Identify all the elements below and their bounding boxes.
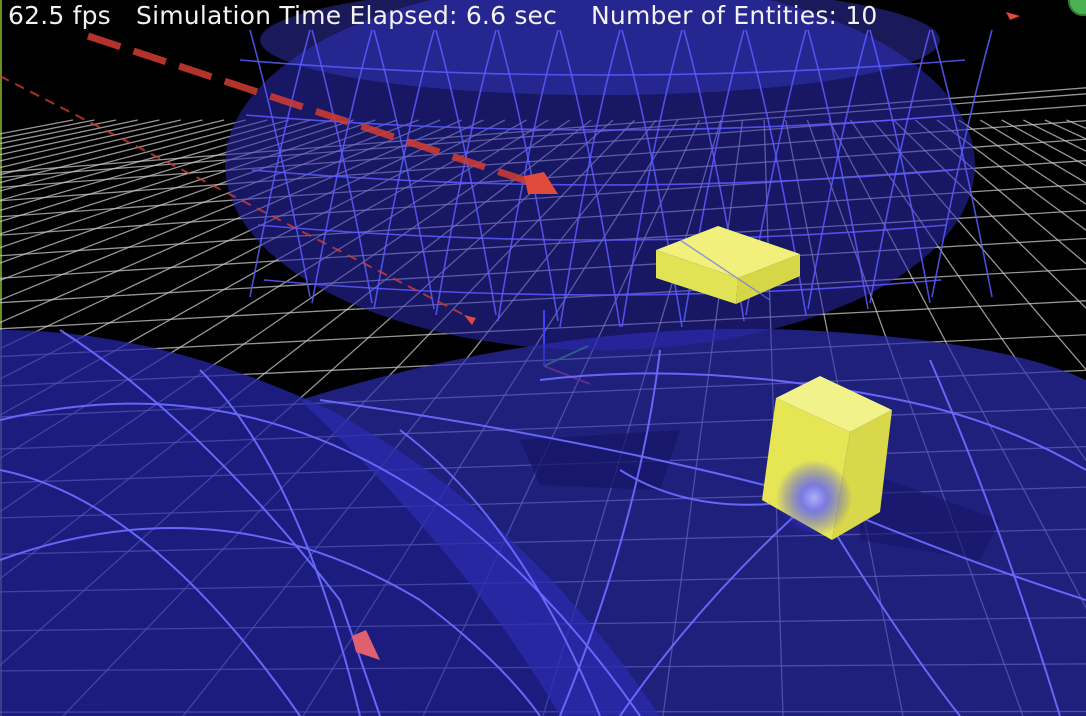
simulation-viewport[interactable]: 62.5 fps Simulation Time Elapsed: 6.6 se…: [0, 0, 1086, 716]
projectile-marker: [1006, 12, 1020, 20]
far-shield-dome: [225, 0, 993, 350]
near-shield-domes: [0, 328, 1086, 716]
3d-scene[interactable]: [0, 0, 1086, 716]
